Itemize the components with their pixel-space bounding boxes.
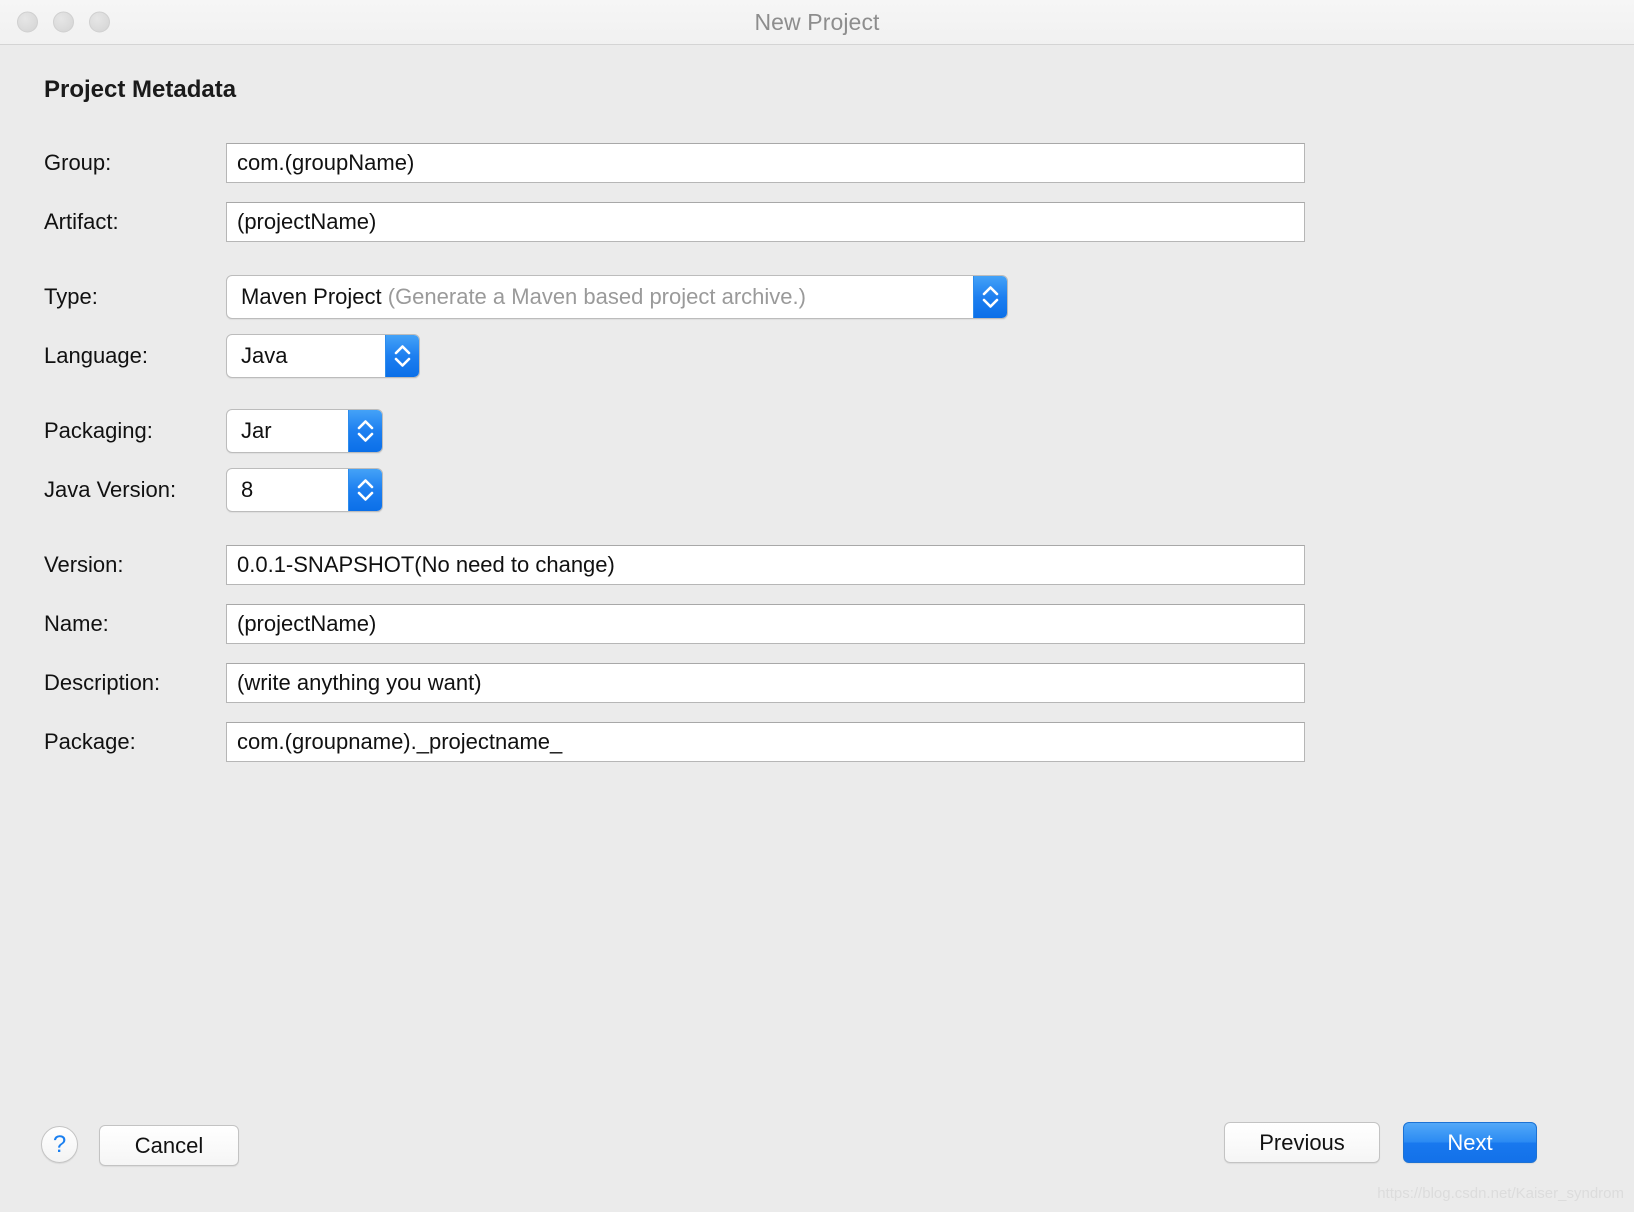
java-version-select[interactable]: 8 bbox=[226, 467, 383, 512]
name-label: Name: bbox=[44, 610, 109, 636]
form-row-version: Version: 0.0.1-SNAPSHOT(No need to chang… bbox=[0, 535, 1634, 594]
close-icon[interactable] bbox=[17, 11, 38, 33]
type-label: Type: bbox=[44, 283, 98, 309]
minimize-icon[interactable] bbox=[53, 11, 74, 33]
artifact-input[interactable]: (projectName) bbox=[226, 201, 1305, 242]
form-row-package: Package: com.(groupname)._projectname_ bbox=[0, 712, 1634, 771]
type-select[interactable]: Maven Project (Generate a Maven based pr… bbox=[226, 274, 1008, 319]
dialog-footer: ? Cancel Previous Next https://blog.csdn… bbox=[0, 1100, 1634, 1212]
new-project-dialog: New Project Project Metadata Group: com.… bbox=[0, 0, 1634, 1212]
form-row-type: Type: Maven Project (Generate a Maven ba… bbox=[0, 267, 1634, 326]
form-row-java-version: Java Version: 8 bbox=[0, 460, 1634, 519]
form-row-group: Group: com.(groupName) bbox=[0, 133, 1634, 192]
chevron-updown-icon[interactable] bbox=[973, 275, 1007, 318]
artifact-label: Artifact: bbox=[44, 208, 119, 234]
chevron-updown-icon[interactable] bbox=[348, 409, 382, 452]
version-input[interactable]: 0.0.1-SNAPSHOT(No need to change) bbox=[226, 544, 1305, 585]
version-label: Version: bbox=[44, 551, 124, 577]
zoom-icon[interactable] bbox=[89, 11, 110, 33]
chevron-updown-icon[interactable] bbox=[348, 468, 382, 511]
form-row-language: Language: Java bbox=[0, 326, 1634, 385]
type-value-hint: (Generate a Maven based project archive.… bbox=[381, 283, 806, 309]
group-input[interactable]: com.(groupName) bbox=[226, 142, 1305, 183]
project-metadata-form: Group: com.(groupName) Artifact: (projec… bbox=[0, 133, 1634, 771]
form-row-packaging: Packaging: Jar bbox=[0, 401, 1634, 460]
java-version-label: Java Version: bbox=[44, 476, 177, 502]
help-icon[interactable]: ? bbox=[41, 1126, 78, 1163]
form-row-artifact: Artifact: (projectName) bbox=[0, 192, 1634, 251]
package-label: Package: bbox=[44, 728, 136, 754]
previous-button[interactable]: Previous bbox=[1224, 1122, 1380, 1163]
language-select[interactable]: Java bbox=[226, 333, 420, 378]
type-select-value: Maven Project (Generate a Maven based pr… bbox=[227, 284, 973, 310]
watermark-text: https://blog.csdn.net/Kaiser_syndrom bbox=[1377, 1185, 1624, 1202]
form-row-name: Name: (projectName) bbox=[0, 594, 1634, 653]
chevron-updown-icon[interactable] bbox=[385, 334, 419, 377]
description-input[interactable]: (write anything you want) bbox=[226, 662, 1305, 703]
packaging-label: Packaging: bbox=[44, 417, 153, 443]
window-controls bbox=[17, 11, 110, 33]
form-row-description: Description: (write anything you want) bbox=[0, 653, 1634, 712]
packaging-select-value: Jar bbox=[241, 417, 272, 443]
next-button[interactable]: Next bbox=[1403, 1122, 1537, 1163]
window-titlebar: New Project bbox=[0, 0, 1634, 45]
language-label: Language: bbox=[44, 342, 148, 368]
window-title: New Project bbox=[754, 8, 880, 35]
java-version-select-value: 8 bbox=[241, 476, 254, 502]
page-title: Project Metadata bbox=[44, 76, 237, 103]
packaging-select[interactable]: Jar bbox=[226, 408, 383, 453]
dialog-content: Project Metadata Group: com.(groupName) … bbox=[0, 45, 1634, 1212]
cancel-button[interactable]: Cancel bbox=[99, 1125, 239, 1166]
description-label: Description: bbox=[44, 669, 161, 695]
type-value-text: Maven Project bbox=[241, 283, 382, 309]
language-select-value: Java bbox=[241, 342, 288, 368]
group-label: Group: bbox=[44, 149, 112, 175]
name-input[interactable]: (projectName) bbox=[226, 603, 1305, 644]
package-input[interactable]: com.(groupname)._projectname_ bbox=[226, 721, 1305, 762]
